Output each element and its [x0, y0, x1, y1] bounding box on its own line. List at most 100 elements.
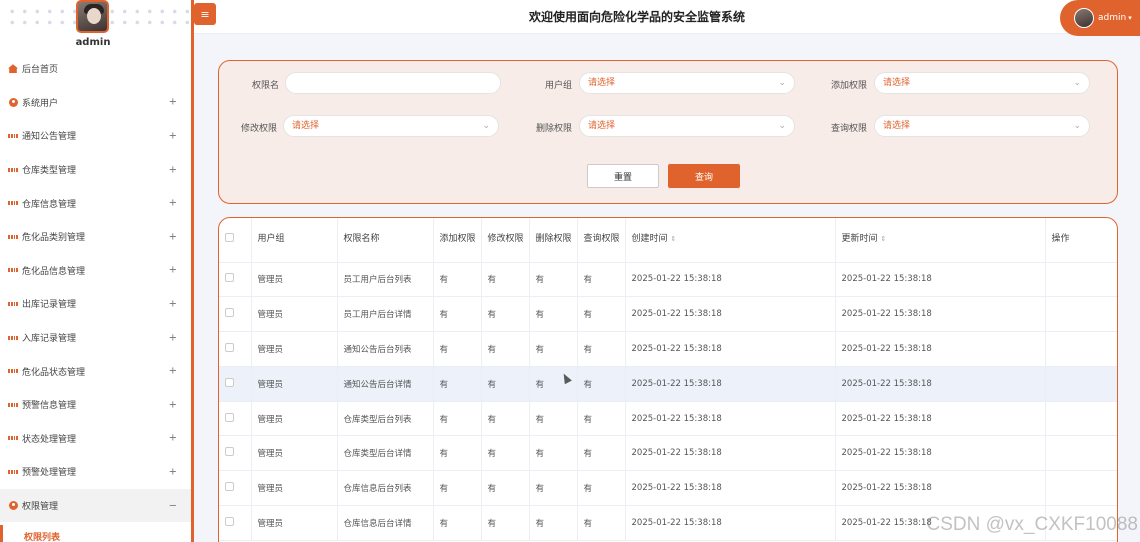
- row-select-cell[interactable]: [219, 366, 252, 402]
- table-row[interactable]: 管理员 通知公告后台列表有有有有 2025-01-22 15:38:18 2025-0…: [219, 331, 1117, 367]
- table-cell: 通知公告后台详情: [337, 366, 434, 402]
- avatar[interactable]: [76, 0, 109, 33]
- table-row[interactable]: 管理员 员工用户后台列表有有有有 2025-01-22 15:38:18 2025-0…: [219, 262, 1117, 298]
- row-select-cell[interactable]: [219, 470, 252, 507]
- chevron-down-icon: ⌄: [482, 121, 490, 131]
- column-header: 权限名称: [337, 218, 434, 263]
- table-row[interactable]: 管理员 通知公告后台详情有有有有 2025-01-22 15:38:18 2025-0…: [219, 366, 1117, 402]
- table-row[interactable]: 管理员 仓库信息后台列表有有有有 2025-01-22 15:38:18 2025-0…: [219, 470, 1117, 507]
- sidebar-item-chem-info[interactable]: 危化品信息管理 +: [0, 254, 191, 288]
- table-cell: 有: [529, 505, 578, 541]
- sidebar-item-status-handling[interactable]: 状态处理管理 +: [0, 422, 191, 456]
- row-select-cell[interactable]: [219, 296, 252, 333]
- sidebar-item-warning-info[interactable]: 预警信息管理 +: [0, 388, 191, 422]
- table-cell: 2025-01-22 15:38:18: [625, 505, 836, 541]
- column-header-sortable[interactable]: 创建时间 ⇕: [625, 218, 836, 263]
- sidebar-item-inbound[interactable]: 入库记录管理 +: [0, 321, 191, 355]
- sidebar-item-permissions[interactable]: 权限管理 −: [0, 488, 191, 523]
- actions-cell[interactable]: [1045, 366, 1117, 402]
- user-icon: [8, 97, 18, 107]
- add-perm-select[interactable]: 请选择 ⌄: [874, 72, 1090, 94]
- query-perm-select[interactable]: 请选择 ⌄: [874, 115, 1090, 137]
- delete-perm-select[interactable]: 请选择 ⌄: [579, 115, 795, 137]
- table-cell: 有: [529, 435, 578, 472]
- user-group-select[interactable]: 请选择 ⌄: [579, 72, 795, 94]
- row-checkbox[interactable]: [225, 412, 234, 422]
- sort-icon[interactable]: ⇕: [881, 235, 887, 243]
- table-cell: 2025-01-22 15:38:18: [625, 435, 836, 472]
- table-cell: 2025-01-22 15:38:18: [625, 366, 836, 402]
- table-cell: 有: [433, 401, 482, 437]
- sidebar-item-warehouse-info[interactable]: 仓库信息管理 +: [0, 186, 191, 220]
- reset-button[interactable]: 重置: [587, 164, 659, 188]
- edit-perm-select[interactable]: 请选择 ⌄: [283, 115, 499, 137]
- actions-cell[interactable]: [1045, 435, 1117, 472]
- perm-name-input[interactable]: [285, 72, 501, 94]
- actions-cell[interactable]: [1045, 470, 1117, 507]
- row-select-cell[interactable]: [219, 262, 252, 298]
- table-cell: 有: [433, 470, 482, 507]
- sidebar-item-chem-status[interactable]: 危化品状态管理 +: [0, 354, 191, 388]
- sidebar-item-chem-category[interactable]: 危化品类别管理 +: [0, 220, 191, 254]
- actions-cell[interactable]: [1045, 296, 1117, 333]
- sidebar-item-outbound[interactable]: 出库记录管理 +: [0, 287, 191, 321]
- expand-icon: +: [168, 164, 177, 176]
- table-cell: 有: [481, 366, 530, 402]
- column-header: 查询权限: [577, 218, 626, 263]
- sidebar-item-system-users[interactable]: 系统用户 +: [0, 86, 191, 120]
- chevron-down-icon: ⌄: [1073, 121, 1081, 131]
- sidebar-item-notice[interactable]: 通知公告管理 +: [0, 119, 191, 153]
- row-checkbox[interactable]: [225, 273, 234, 283]
- table-cell: 有: [481, 435, 530, 472]
- table-cell: 有: [433, 296, 482, 333]
- row-select-cell[interactable]: [219, 505, 252, 541]
- actions-cell[interactable]: [1045, 262, 1117, 298]
- expand-icon: +: [168, 332, 177, 344]
- expand-icon: +: [168, 96, 177, 108]
- sidebar-item-warning-handling[interactable]: 预警处理管理 +: [0, 455, 191, 489]
- table-cell: 有: [577, 296, 626, 333]
- select-all-checkbox[interactable]: [225, 232, 234, 242]
- row-select-cell[interactable]: [219, 331, 252, 367]
- query-button[interactable]: 查询: [668, 164, 740, 188]
- sidebar-item-label: 系统用户: [22, 98, 59, 109]
- row-select-cell[interactable]: [219, 401, 252, 437]
- row-checkbox[interactable]: [225, 308, 234, 318]
- table-cell: 管理员: [251, 331, 338, 367]
- table-cell: 仓库信息后台列表: [337, 470, 434, 507]
- user-icon: [8, 501, 18, 511]
- row-checkbox[interactable]: [225, 482, 234, 492]
- row-select-cell[interactable]: [219, 435, 252, 472]
- table-cell: 仓库类型后台详情: [337, 435, 434, 472]
- table-cell: 有: [481, 401, 530, 437]
- column-header: 用户组: [251, 218, 338, 263]
- table-row[interactable]: 管理员 仓库类型后台列表有有有有 2025-01-22 15:38:18 2025-0…: [219, 401, 1117, 437]
- user-menu[interactable]: admin ▾: [1060, 0, 1140, 36]
- row-checkbox[interactable]: [225, 342, 234, 352]
- expand-icon: +: [168, 197, 177, 209]
- sidebar-item-label: 出库记录管理: [22, 300, 77, 311]
- sidebar-item-label: 仓库信息管理: [22, 199, 77, 210]
- row-checkbox[interactable]: [225, 516, 234, 526]
- sidebar-subitem-permission-list[interactable]: 权限列表: [0, 525, 191, 542]
- sidebar-item-home[interactable]: 后台首页: [0, 52, 191, 86]
- select-all-cell[interactable]: [219, 218, 252, 263]
- table-cell: 仓库信息后台详情: [337, 505, 434, 541]
- sort-icon[interactable]: ⇕: [671, 235, 677, 243]
- sidebar: admin 后台首页 系统用户 + 通知公告管理 + 仓库类型管理 + 仓库信息…: [0, 0, 194, 542]
- actions-cell[interactable]: [1045, 401, 1117, 437]
- sidebar-item-warehouse-type[interactable]: 仓库类型管理 +: [0, 153, 191, 187]
- table-row[interactable]: 管理员 员工用户后台详情有有有有 2025-01-22 15:38:18 2025-0…: [219, 296, 1117, 333]
- column-header-sortable[interactable]: 更新时间 ⇕: [835, 218, 1046, 263]
- table-cell: 有: [433, 505, 482, 541]
- actions-cell[interactable]: [1045, 331, 1117, 367]
- grid-icon: [8, 232, 18, 242]
- row-checkbox[interactable]: [225, 377, 234, 387]
- table-cell: 有: [433, 366, 482, 402]
- row-checkbox[interactable]: [225, 447, 234, 457]
- sidebar-subitem-label: 权限列表: [24, 533, 61, 542]
- sidebar-item-label: 预警处理管理: [22, 468, 77, 479]
- table-cell: 仓库类型后台列表: [337, 401, 434, 437]
- table-row[interactable]: 管理员 仓库类型后台详情有有有有 2025-01-22 15:38:18 2025-0…: [219, 435, 1117, 472]
- grid-icon: [8, 433, 18, 443]
